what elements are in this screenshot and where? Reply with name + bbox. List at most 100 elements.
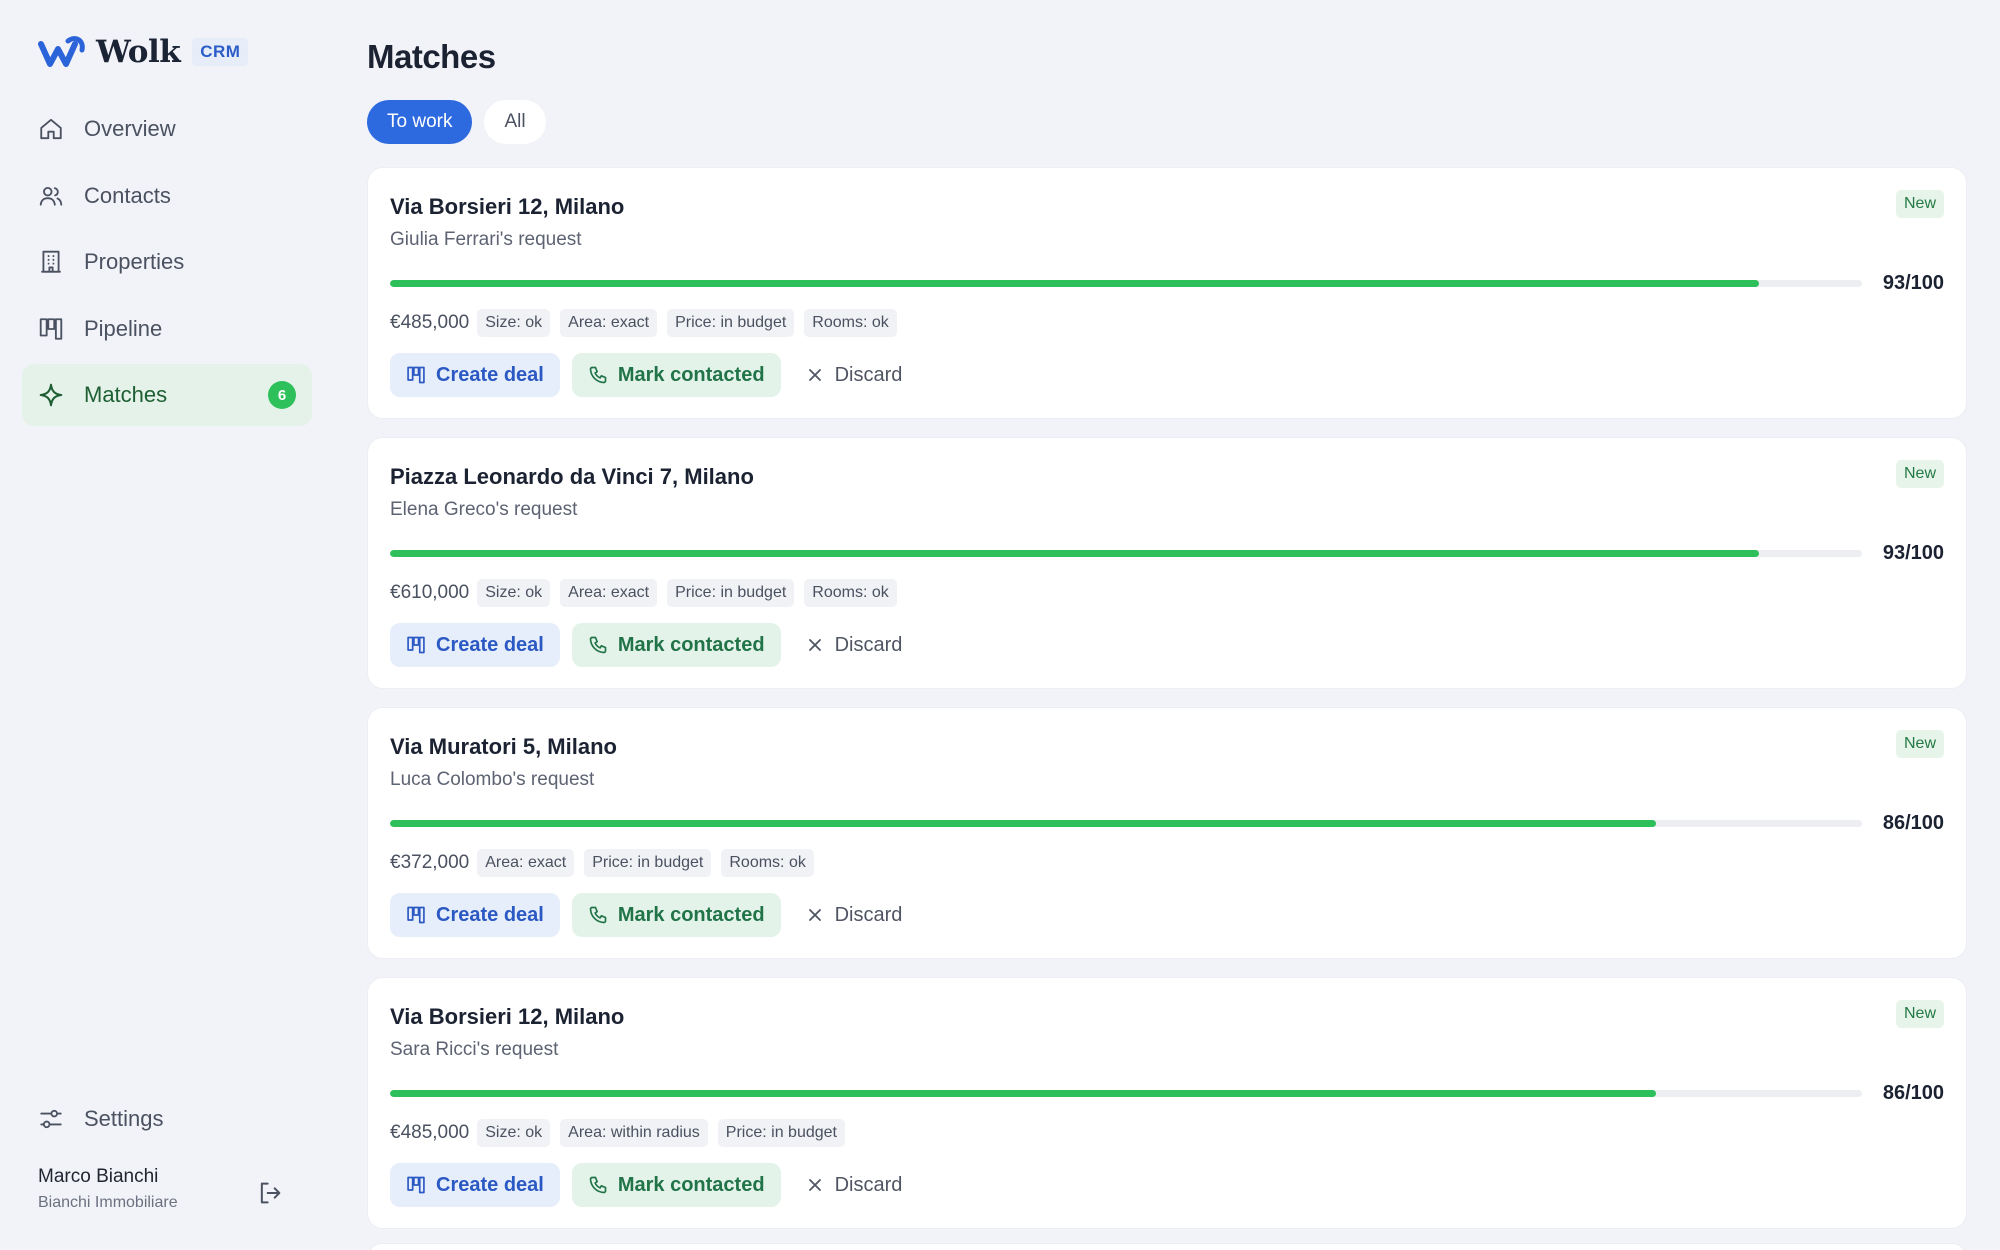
mark-contacted-label: Mark contacted <box>617 363 765 386</box>
match-criteria-tag: Area: exact <box>477 849 575 877</box>
kanban-icon <box>407 1176 425 1194</box>
mark-contacted-button[interactable]: Mark contacted <box>571 623 781 667</box>
property-price: €372,000 <box>390 852 470 873</box>
phone-icon <box>589 1176 607 1194</box>
brand[interactable]: Wolk CRM <box>38 32 249 72</box>
match-score-bar <box>390 820 1862 827</box>
filter-to-work[interactable]: To work <box>367 100 473 144</box>
phone-icon <box>589 636 607 654</box>
mark-contacted-label: Mark contacted <box>617 1173 765 1196</box>
status-badge: New <box>1895 460 1944 488</box>
match-criteria-tag: Area: exact <box>560 579 658 607</box>
sidebar-item-settings[interactable]: Settings <box>38 1088 164 1150</box>
logout-icon[interactable] <box>256 1179 284 1207</box>
create-deal-button[interactable]: Create deal <box>390 893 560 937</box>
request-owner: Elena Greco's request <box>390 499 578 520</box>
sidebar-nav: Overview Contacts Properties Pipeline Ma… <box>22 98 312 431</box>
kanban-icon <box>407 906 425 924</box>
match-score-fill <box>390 1090 1656 1097</box>
phone-icon <box>589 906 607 924</box>
create-deal-button[interactable]: Create deal <box>390 353 560 397</box>
close-icon <box>808 369 821 381</box>
property-price: €485,000 <box>390 1122 470 1143</box>
match-details: €485,000 Size: ok Area: exact Price: in bu… <box>390 309 907 337</box>
match-criteria-tag: Price: in budget <box>584 849 712 877</box>
match-score-fill <box>390 280 1759 287</box>
discard-button[interactable]: Discard <box>793 893 917 937</box>
brand-tag: CRM <box>192 38 249 66</box>
sidebar-item-label: Matches <box>84 382 168 407</box>
sidebar-item-matches[interactable]: Matches 6 <box>22 364 312 426</box>
sidebar-item-label: Settings <box>84 1106 164 1131</box>
sidebar-item-label: Overview <box>84 116 176 141</box>
match-card-partial <box>367 1243 1967 1250</box>
discard-label: Discard <box>834 903 903 926</box>
property-price: €485,000 <box>390 312 470 333</box>
property-address[interactable]: Via Borsieri 12, Milano <box>390 194 624 220</box>
match-score-bar <box>390 280 1862 287</box>
create-deal-label: Create deal <box>436 903 544 926</box>
user-profile: Marco Bianchi Bianchi Immobiliare <box>38 1166 178 1212</box>
sidebar: Wolk CRM Overview Contacts Properties Pi… <box>0 0 330 1250</box>
home-icon <box>40 118 62 140</box>
match-list: Via Borsieri 12, Milano Giulia Ferrari's… <box>367 167 1967 1247</box>
mark-contacted-button[interactable]: Mark contacted <box>571 353 781 397</box>
kanban-icon <box>39 317 63 340</box>
match-criteria-tag: Size: ok <box>477 309 551 337</box>
match-score: 86/100 <box>1882 1082 1944 1104</box>
discard-button[interactable]: Discard <box>793 623 917 667</box>
match-details: €485,000 Size: ok Area: within radius Pric… <box>390 1119 855 1147</box>
property-price: €610,000 <box>390 582 470 603</box>
match-score-bar <box>390 550 1862 557</box>
mark-contacted-label: Mark contacted <box>617 903 765 926</box>
mark-contacted-button[interactable]: Mark contacted <box>571 893 781 937</box>
phone-icon <box>589 366 607 384</box>
match-criteria-tag: Rooms: ok <box>804 309 897 337</box>
matches-count-badge: 6 <box>268 381 296 409</box>
match-card: Via Borsieri 12, Milano Sara Ricci's req… <box>367 977 1967 1229</box>
property-address[interactable]: Piazza Leonardo da Vinci 7, Milano <box>390 464 754 490</box>
sidebar-item-pipeline[interactable]: Pipeline <box>22 298 312 360</box>
match-score-bar <box>390 1090 1862 1097</box>
filter-all[interactable]: All <box>484 100 546 144</box>
match-criteria-tag: Area: exact <box>560 309 658 337</box>
status-badge: New <box>1895 190 1944 218</box>
match-criteria-tag: Rooms: ok <box>721 849 814 877</box>
match-criteria-tag: Size: ok <box>477 579 551 607</box>
create-deal-label: Create deal <box>436 633 544 656</box>
match-criteria-tag: Rooms: ok <box>804 579 897 607</box>
discard-button[interactable]: Discard <box>793 353 917 397</box>
close-icon <box>808 909 821 921</box>
discard-label: Discard <box>834 1173 903 1196</box>
sidebar-item-label: Properties <box>84 249 185 274</box>
create-deal-button[interactable]: Create deal <box>390 623 560 667</box>
request-owner: Sara Ricci's request <box>390 1039 559 1060</box>
building-icon <box>41 250 61 273</box>
match-score-fill <box>390 820 1656 827</box>
request-owner: Luca Colombo's request <box>390 769 595 790</box>
sliders-icon <box>40 1109 62 1129</box>
discard-button[interactable]: Discard <box>793 1163 917 1207</box>
status-badge: New <box>1895 1000 1944 1028</box>
match-criteria-tag: Area: within radius <box>560 1119 708 1147</box>
sidebar-item-properties[interactable]: Properties <box>22 231 312 293</box>
match-score-fill <box>390 550 1759 557</box>
sidebar-item-contacts[interactable]: Contacts <box>22 165 312 227</box>
status-badge: New <box>1895 730 1944 758</box>
create-deal-button[interactable]: Create deal <box>390 1163 560 1207</box>
match-score: 93/100 <box>1882 542 1944 564</box>
sidebar-item-overview[interactable]: Overview <box>22 98 312 160</box>
users-icon <box>39 186 63 206</box>
match-card: Piazza Leonardo da Vinci 7, Milano Elena… <box>367 437 1967 689</box>
mark-contacted-button[interactable]: Mark contacted <box>571 1163 781 1207</box>
match-card: Via Borsieri 12, Milano Giulia Ferrari's… <box>367 167 1967 419</box>
sidebar-item-label: Contacts <box>84 182 171 208</box>
close-icon <box>808 639 821 651</box>
property-address[interactable]: Via Borsieri 12, Milano <box>390 1004 624 1030</box>
match-details: €372,000 Area: exact Price: in budget Room… <box>390 849 824 877</box>
wolk-logo-icon <box>38 36 85 67</box>
kanban-icon <box>407 366 425 384</box>
property-address[interactable]: Via Muratori 5, Milano <box>390 734 617 760</box>
discard-label: Discard <box>834 363 903 386</box>
match-score: 86/100 <box>1882 812 1944 834</box>
